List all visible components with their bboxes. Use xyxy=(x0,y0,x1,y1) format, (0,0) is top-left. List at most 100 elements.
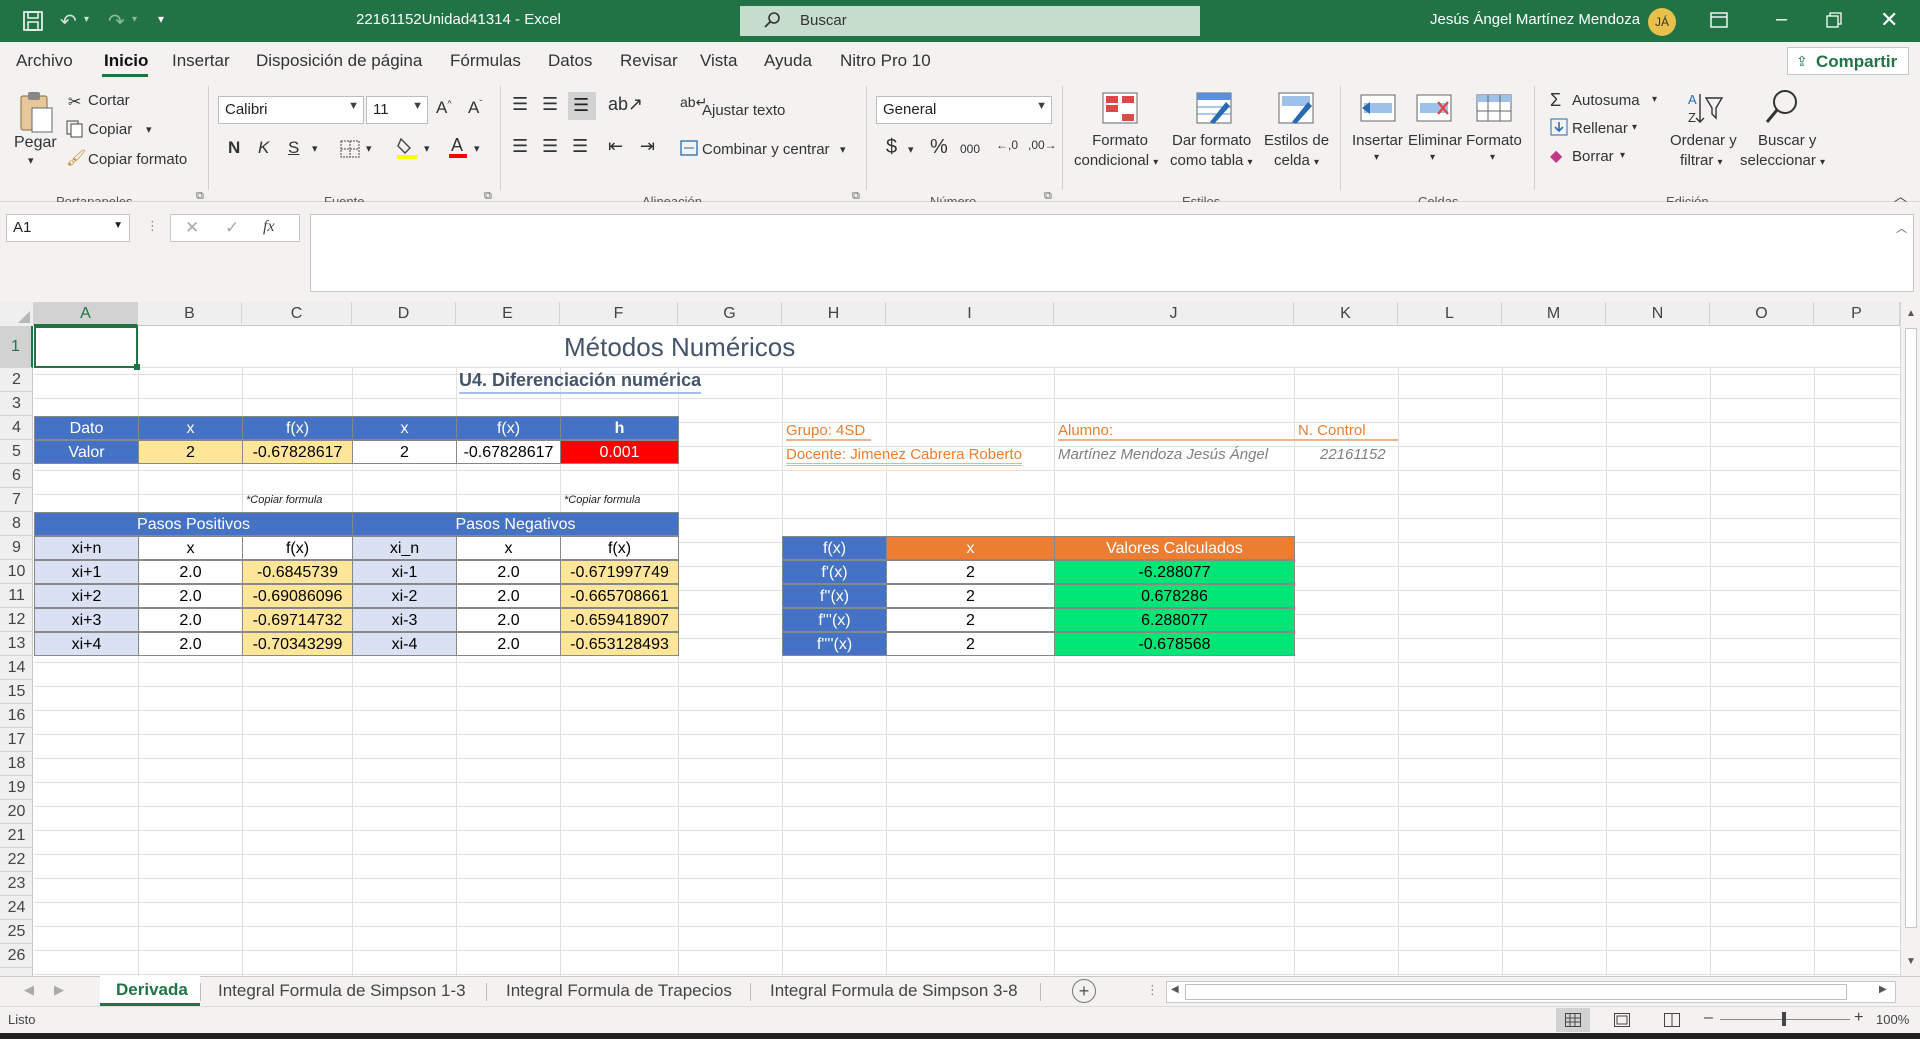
input-header[interactable]: f(x) xyxy=(242,416,353,440)
row-header[interactable]: 5 xyxy=(0,440,33,464)
select-all-button[interactable] xyxy=(0,302,34,326)
scroll-up-icon[interactable]: ▲ xyxy=(1906,308,1916,319)
increase-font-icon[interactable]: A^ xyxy=(436,98,452,118)
steps-cell[interactable]: xi-2 xyxy=(352,584,457,608)
minimize-icon[interactable]: – xyxy=(1776,8,1787,31)
underline-dropdown-icon[interactable]: ▾ xyxy=(312,142,318,155)
results-cell[interactable]: f'''(x) xyxy=(782,608,887,632)
fill-handle[interactable] xyxy=(134,364,140,370)
row-header[interactable]: 25 xyxy=(0,920,33,944)
row-header[interactable]: 11 xyxy=(0,584,33,608)
find-select-button[interactable]: Buscar y xyxy=(1758,132,1816,149)
ribbon-display-icon[interactable] xyxy=(1710,12,1728,28)
clear-button[interactable]: Borrar xyxy=(1572,148,1614,165)
input-header[interactable]: f(x) xyxy=(456,416,561,440)
row-header[interactable]: 15 xyxy=(0,680,33,704)
font-size-select[interactable]: 11 ▼ xyxy=(366,96,428,124)
sort-filter-icon[interactable]: AZ xyxy=(1686,90,1724,126)
tab-insertar[interactable]: Insertar xyxy=(172,51,230,71)
delete-dropdown-icon[interactable]: ▾ xyxy=(1430,152,1435,163)
align-left-icon[interactable]: ☰ xyxy=(512,136,528,157)
tab-ayuda[interactable]: Ayuda xyxy=(764,51,812,71)
zoom-out-icon[interactable]: – xyxy=(1704,1009,1713,1027)
tabs-splitter-icon[interactable]: ⋮ xyxy=(1146,982,1159,998)
tab-revisar[interactable]: Revisar xyxy=(620,51,678,71)
borders-icon[interactable] xyxy=(340,140,360,158)
column-header-b[interactable]: B xyxy=(138,302,242,326)
row-header[interactable]: 24 xyxy=(0,896,33,920)
scroll-thumb[interactable] xyxy=(1905,328,1917,928)
selected-cell-a1[interactable] xyxy=(34,326,138,368)
row-header[interactable]: 16 xyxy=(0,704,33,728)
steps-cell[interactable]: 2.0 xyxy=(456,584,561,608)
results-cell[interactable]: f''(x) xyxy=(782,584,887,608)
input-header[interactable]: x xyxy=(352,416,457,440)
steps-cell[interactable]: -0.69086096 xyxy=(242,584,353,608)
decrease-font-icon[interactable]: Aˇ xyxy=(468,98,482,118)
input-cell-h[interactable]: 0.001 xyxy=(560,440,679,464)
italic-button[interactable]: K xyxy=(258,138,269,158)
prev-sheet-icon[interactable]: ◀ xyxy=(24,982,34,998)
sheet-tab-derivada[interactable]: Derivada xyxy=(100,976,200,1006)
number-format-select[interactable]: General ▼ xyxy=(876,96,1052,124)
horizontal-scroll-thumb[interactable] xyxy=(1185,984,1847,1000)
column-header-a[interactable]: A xyxy=(34,302,138,326)
format-dropdown-icon[interactable]: ▾ xyxy=(1490,152,1495,163)
scroll-right-icon[interactable]: ▶ xyxy=(1879,984,1887,995)
save-icon[interactable] xyxy=(22,10,44,32)
delete-cells-button[interactable]: Eliminar xyxy=(1408,132,1462,149)
column-header-g[interactable]: G xyxy=(678,302,782,326)
input-cell[interactable]: Valor xyxy=(34,440,139,464)
zoom-in-icon[interactable]: + xyxy=(1854,1009,1863,1027)
insert-dropdown-icon[interactable]: ▾ xyxy=(1374,152,1379,163)
column-header-d[interactable]: D xyxy=(352,302,456,326)
steps-cell[interactable]: 2.0 xyxy=(138,560,243,584)
enter-icon[interactable]: ✓ xyxy=(225,218,239,238)
customize-toolbar-icon[interactable]: ▾ xyxy=(158,12,164,26)
column-header-c[interactable]: C xyxy=(242,302,352,326)
underline-button[interactable]: S xyxy=(288,138,299,158)
column-header-k[interactable]: K xyxy=(1294,302,1398,326)
input-cell[interactable]: -0.67828617 xyxy=(456,440,561,464)
steps-cell[interactable]: 2.0 xyxy=(138,584,243,608)
scroll-left-icon[interactable]: ◀ xyxy=(1171,984,1179,995)
scroll-down-icon[interactable]: ▼ xyxy=(1906,956,1916,967)
page-break-icon[interactable] xyxy=(1664,1013,1680,1027)
steps-cell[interactable]: xi-1 xyxy=(352,560,457,584)
redo-icon[interactable]: ↷ xyxy=(108,9,125,34)
cell-styles-label[interactable]: celda ▾ xyxy=(1274,152,1319,169)
steps-cell[interactable]: -0.70343299 xyxy=(242,632,353,656)
currency-button[interactable]: $ xyxy=(886,136,897,159)
borders-dropdown-icon[interactable]: ▾ xyxy=(366,142,372,155)
row-header[interactable]: 9 xyxy=(0,536,33,560)
steps-cell[interactable]: -0.671997749 xyxy=(560,560,679,584)
input-cell[interactable]: 2 xyxy=(138,440,243,464)
steps-cell[interactable]: -0.69714732 xyxy=(242,608,353,632)
cut-button[interactable]: Cortar xyxy=(88,92,130,109)
input-header[interactable]: Dato xyxy=(34,416,139,440)
input-cell[interactable]: -0.67828617 xyxy=(242,440,353,464)
row-header[interactable]: 17 xyxy=(0,728,33,752)
results-cell[interactable]: 2 xyxy=(886,584,1055,608)
tab-disposicion[interactable]: Disposición de página xyxy=(256,51,422,71)
undo-icon[interactable]: ↶ xyxy=(60,9,77,34)
decrease-indent-icon[interactable]: ⇤ xyxy=(608,136,623,157)
increase-indent-icon[interactable]: ⇥ xyxy=(640,136,655,157)
font-color-icon[interactable]: A xyxy=(448,134,468,160)
steps-cell[interactable]: xi+4 xyxy=(34,632,139,656)
steps-header[interactable]: x xyxy=(456,536,561,560)
results-cell[interactable]: f''''(x) xyxy=(782,632,887,656)
steps-cell[interactable]: xi+2 xyxy=(34,584,139,608)
steps-cell[interactable]: 2.0 xyxy=(456,608,561,632)
currency-dropdown-icon[interactable]: ▾ xyxy=(908,143,914,156)
clear-dropdown-icon[interactable]: ▾ xyxy=(1620,150,1625,161)
formula-input[interactable] xyxy=(310,214,1914,292)
row-header[interactable]: 4 xyxy=(0,416,33,440)
steps-header[interactable]: f(x) xyxy=(242,536,353,560)
row-header[interactable]: 14 xyxy=(0,656,33,680)
tab-vista[interactable]: Vista xyxy=(700,51,738,71)
font-color-dropdown-icon[interactable]: ▾ xyxy=(474,142,480,155)
results-cell[interactable]: f'(x) xyxy=(782,560,887,584)
row-header[interactable]: 10 xyxy=(0,560,33,584)
zoom-slider-thumb[interactable] xyxy=(1782,1012,1786,1026)
